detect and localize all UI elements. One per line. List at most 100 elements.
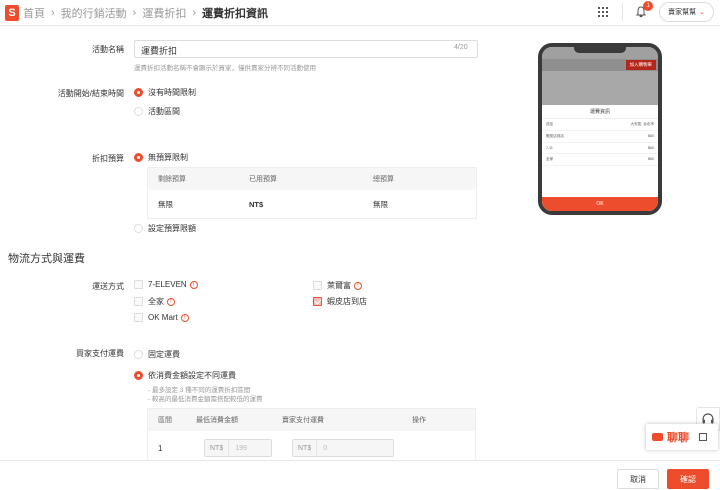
radio-selected-icon xyxy=(134,371,143,380)
seller-fee-input[interactable]: NT$ 0 xyxy=(292,439,394,457)
notification-button[interactable]: 1 xyxy=(635,1,654,18)
budget-table: 剩餘預算 已用預算 總預算 無限 NT$ 無限 xyxy=(147,167,477,219)
name-char-count: 4/20 xyxy=(454,44,468,51)
cancel-button[interactable]: 取消 xyxy=(617,469,659,489)
header-min-spend: 最低消費金額 xyxy=(196,417,238,424)
confirm-button[interactable]: 確認 xyxy=(667,469,709,489)
help-label: 賣家幫幫 xyxy=(668,9,697,16)
checkbox-icon xyxy=(134,313,143,322)
method-label: 蝦皮店到店 xyxy=(327,297,367,306)
header-used: 已用預算 xyxy=(249,176,277,183)
period-range-label: 活動區間 xyxy=(148,107,180,116)
radio-selected-icon xyxy=(134,88,143,97)
header-seller-fee: 賣家支付運費 xyxy=(282,417,324,424)
period-no-limit-label: 沒有時間限制 xyxy=(148,88,196,97)
breadcrumb-shipping-discount[interactable]: 運費折扣 xyxy=(142,5,186,21)
warning-icon[interactable]: ! xyxy=(180,313,189,322)
warning-icon[interactable]: ! xyxy=(167,297,175,306)
budget-unlimited-radio[interactable]: 無預算限制 xyxy=(134,152,188,163)
preview-buy-button: 加入購物車 xyxy=(625,60,656,70)
fee-tier-radio[interactable]: 依消費金額設定不同運費 xyxy=(134,370,236,381)
tier-table: 區間 最低消費金額 賣家支付運費 操作 1 NT$ 199 NT$ 0 xyxy=(147,408,476,460)
cell-total: 無限 xyxy=(373,200,388,209)
method-familymart-checkbox[interactable]: 全家 ! xyxy=(134,296,175,307)
method-okmart-checkbox[interactable]: OK Mart ! xyxy=(134,313,189,322)
methods-label: 運送方式 xyxy=(92,282,124,291)
section-title-shipping: 物流方式與運費 xyxy=(8,253,85,265)
list-item: 7-11 $60 xyxy=(542,143,658,154)
chevron-right-icon: › xyxy=(51,6,55,19)
apps-grid-icon[interactable] xyxy=(598,7,609,17)
top-bar: S 首頁 › 我的行銷活動 › 運費折扣 › 運費折扣資訊 1 賣家幫幫 ⌄ xyxy=(0,0,720,26)
cell-remaining: 無限 xyxy=(158,200,173,209)
budget-label: 折扣預算 xyxy=(92,154,124,163)
checkbox-icon xyxy=(134,297,143,306)
minimize-icon[interactable] xyxy=(699,433,707,441)
header-tier: 區間 xyxy=(158,417,172,424)
chat-bubble-icon xyxy=(652,433,663,441)
fee-tier-label: 依消費金額設定不同運費 xyxy=(148,371,236,380)
list-item: 送至 大安區, 台北市 xyxy=(542,119,658,131)
seller-fee-placeholder: 0 xyxy=(323,444,328,452)
chat-widget-button[interactable]: 聊聊 xyxy=(646,424,718,450)
divider xyxy=(622,3,624,21)
fee-fixed-radio[interactable]: 固定運費 xyxy=(134,349,180,360)
table-row: 1 NT$ 199 NT$ 0 xyxy=(148,431,475,460)
radio-unselected-icon xyxy=(134,224,143,233)
checkbox-checked-icon xyxy=(313,297,322,306)
cell-used: NT$ xyxy=(249,200,264,209)
header-total: 總預算 xyxy=(373,176,394,183)
budget-unlimited-label: 無預算限制 xyxy=(148,153,188,162)
list-item: 蝦皮店到店 $60 xyxy=(542,131,658,143)
table-row: 無限 NT$ 無限 xyxy=(148,190,476,219)
period-no-limit-radio[interactable]: 沒有時間限制 xyxy=(134,87,196,98)
method-shopee-store-checkbox[interactable]: 蝦皮店到店 xyxy=(313,296,367,307)
min-spend-placeholder: 199 xyxy=(235,444,247,452)
budget-set-label: 設定預算限額 xyxy=(148,224,196,233)
tier-index: 1 xyxy=(158,443,163,453)
warning-icon[interactable]: ! xyxy=(354,281,362,290)
tier-hint-2: - 較高的最低消費金額需搭配較低的運費 xyxy=(148,396,263,403)
chevron-down-icon: ⌄ xyxy=(699,9,705,16)
breadcrumb-home[interactable]: 首頁 xyxy=(23,5,45,21)
preview-shipping-sheet: 運費資訊 送至 大安區, 台北市 蝦皮店到店 $60 7-11 $60 全家 $60 O… xyxy=(542,105,658,211)
campaign-name-input[interactable]: 運費折扣 xyxy=(134,40,478,58)
header-action: 操作 xyxy=(412,417,426,424)
currency-prefix: NT$ xyxy=(293,440,318,456)
notification-badge: 1 xyxy=(643,1,654,11)
method-hilife-checkbox[interactable]: 萊爾富 ! xyxy=(313,280,362,291)
budget-set-radio[interactable]: 設定預算限額 xyxy=(134,223,196,234)
method-label: 萊爾富 xyxy=(327,281,351,290)
chevron-right-icon: › xyxy=(192,6,197,19)
currency-prefix: NT$ xyxy=(205,440,230,456)
list-item: 全家 $60 xyxy=(542,154,658,166)
preview-sheet-title: 運費資訊 xyxy=(542,105,658,119)
budget-table-header: 剩餘預算 已用預算 總預算 xyxy=(148,168,476,190)
checkbox-icon xyxy=(134,280,143,289)
header-remaining: 剩餘預算 xyxy=(158,176,186,183)
seller-help-button[interactable]: 賣家幫幫 ⌄ xyxy=(659,2,714,22)
chat-label: 聊聊 xyxy=(667,432,689,444)
main-content: 活動名稱 運費折扣 4/20 運費折扣活動名稱不會顯示於買家，僅供賣家分辨不同活… xyxy=(0,26,720,460)
breadcrumb-current: 運費折扣資訊 xyxy=(202,7,269,20)
radio-unselected-icon xyxy=(134,107,143,116)
method-label: OK Mart xyxy=(148,313,178,322)
min-spend-input[interactable]: NT$ 199 xyxy=(204,439,272,457)
warning-icon[interactable]: ! xyxy=(189,280,198,289)
method-label: 7-ELEVEN xyxy=(148,280,187,289)
method-7eleven-checkbox[interactable]: 7-ELEVEN ! xyxy=(134,280,198,289)
tier-table-header: 區間 最低消費金額 賣家支付運費 操作 xyxy=(148,409,475,431)
period-range-radio[interactable]: 活動區間 xyxy=(134,106,180,117)
preview-shop-area xyxy=(542,71,658,105)
period-label: 活動開始/結束時間 xyxy=(57,89,124,98)
footer-bar: 取消 確認 xyxy=(0,460,720,490)
preview-ok-button: OK xyxy=(542,197,658,211)
checkbox-icon xyxy=(313,281,322,290)
shopee-logo-icon[interactable]: S xyxy=(5,4,19,21)
breadcrumb-marketing[interactable]: 我的行銷活動 xyxy=(61,5,127,21)
radio-selected-icon xyxy=(134,153,143,162)
buyer-fee-label: 買家支付運費 xyxy=(76,349,124,358)
name-label: 活動名稱 xyxy=(92,45,124,54)
fee-fixed-label: 固定運費 xyxy=(148,350,180,359)
chevron-right-icon: › xyxy=(132,6,137,19)
